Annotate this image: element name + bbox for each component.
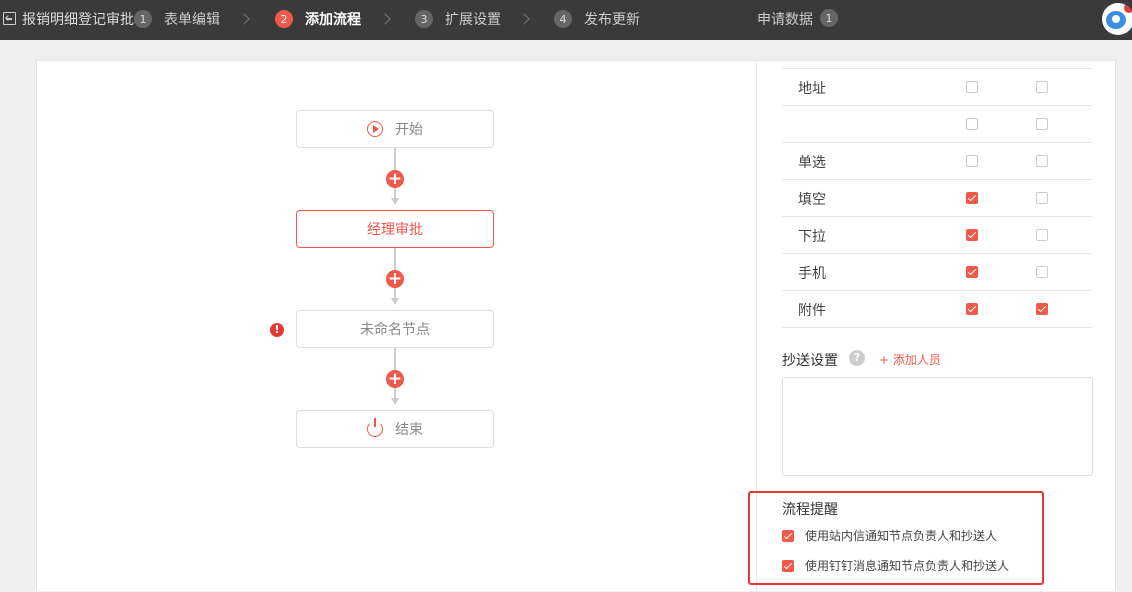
field-visible-checkbox[interactable]: [966, 303, 978, 315]
flow-node-manager-approval[interactable]: 经理审批: [296, 210, 494, 248]
arrow-down-icon: [391, 298, 399, 305]
field-name: 填空: [798, 192, 826, 208]
field-visible-checkbox[interactable]: [966, 118, 978, 130]
reminder-option-internal-message[interactable]: 使用站内信通知节点负责人和抄送人: [782, 527, 997, 544]
add-node-button[interactable]: +: [386, 270, 404, 288]
reminder-option-dingtalk[interactable]: 使用钉钉消息通知节点负责人和抄送人: [782, 557, 1009, 574]
node-label: 经理审批: [367, 222, 423, 238]
help-icon[interactable]: ?: [849, 350, 865, 366]
form-title: 报销明细登记审批: [22, 12, 134, 28]
step-label: 扩展设置: [445, 12, 501, 28]
flow-node-end[interactable]: 结束: [296, 410, 494, 448]
cc-settings-label: 抄送设置: [782, 353, 838, 369]
connector-line: [394, 248, 396, 270]
reminder-title: 流程提醒: [782, 502, 838, 518]
field-visible-checkbox[interactable]: [966, 81, 978, 93]
reminder-checkbox[interactable]: [782, 529, 794, 542]
field-editable-checkbox[interactable]: [1036, 118, 1048, 130]
field-visible-checkbox[interactable]: [966, 155, 978, 167]
step-add-flow[interactable]: 2 添加流程: [275, 8, 361, 30]
field-visible-checkbox[interactable]: [966, 192, 978, 204]
field-editable-checkbox[interactable]: [1036, 266, 1048, 278]
exit-icon[interactable]: [3, 12, 16, 25]
top-bar: 报销明细登记审批 1 表单编辑 2 添加流程 3 扩展设置 4 发布更新 申请数…: [0, 0, 1132, 40]
field-name: 单选: [798, 155, 826, 171]
chevron-right-icon: [238, 13, 250, 25]
cc-recipients-box[interactable]: [782, 377, 1093, 476]
field-row: 单选: [782, 143, 1092, 180]
add-person-button[interactable]: + 添加人员: [879, 351, 941, 368]
field-visible-checkbox[interactable]: [966, 229, 978, 241]
field-row: 地址: [782, 69, 1092, 106]
warning-icon: !: [270, 323, 284, 337]
field-visible-checkbox[interactable]: [966, 266, 978, 278]
connector-line: [394, 148, 396, 170]
node-label: 未命名节点: [360, 322, 430, 338]
arrow-down-icon: [391, 198, 399, 205]
field-row: 附件: [782, 291, 1092, 328]
step-label: 发布更新: [584, 12, 640, 28]
field-name: 附件: [798, 303, 826, 319]
main-panel: 开始 + 经理审批 + ! 未命名节点 + 结束 地址 单选 填空 下拉 手机 …: [36, 60, 1116, 592]
step-number: 1: [134, 10, 152, 28]
step-extended-settings[interactable]: 3 扩展设置: [415, 8, 501, 30]
application-data-link[interactable]: 申请数据: [757, 9, 813, 29]
field-row: [782, 106, 1092, 143]
step-label: 添加流程: [305, 12, 361, 28]
connector-line: [394, 188, 396, 198]
add-node-button[interactable]: +: [386, 370, 404, 388]
add-node-button[interactable]: +: [386, 170, 404, 188]
step-label: 表单编辑: [164, 12, 220, 28]
notification-dot: [1124, 3, 1132, 13]
field-editable-checkbox[interactable]: [1036, 155, 1048, 167]
reminder-option-label: 使用钉钉消息通知节点负责人和抄送人: [805, 559, 1010, 573]
chevron-right-icon: [518, 13, 530, 25]
application-data-count: 1: [820, 9, 838, 27]
flow-node-start[interactable]: 开始: [296, 110, 494, 148]
step-form-edit[interactable]: 1 表单编辑: [134, 8, 220, 30]
field-name: 地址: [798, 81, 826, 97]
chevron-right-icon: [379, 13, 391, 25]
field-name: 手机: [798, 266, 826, 282]
step-publish-update[interactable]: 4 发布更新: [554, 8, 640, 30]
field-editable-checkbox[interactable]: [1036, 303, 1048, 315]
power-icon: [367, 418, 383, 437]
reminder-checkbox[interactable]: [782, 559, 794, 572]
step-number: 3: [415, 10, 433, 28]
connector-line: [394, 348, 396, 370]
reminder-option-label: 使用站内信通知节点负责人和抄送人: [805, 529, 998, 543]
field-row: 手机: [782, 254, 1092, 291]
field-row: 下拉: [782, 217, 1092, 254]
field-editable-checkbox[interactable]: [1036, 81, 1048, 93]
field-editable-checkbox[interactable]: [1036, 192, 1048, 204]
step-number: 2: [275, 10, 293, 28]
field-row: 填空: [782, 180, 1092, 217]
play-icon: [367, 121, 383, 137]
arrow-down-icon: [391, 398, 399, 405]
connector-line: [394, 288, 396, 298]
step-number: 4: [554, 10, 572, 28]
flow-node-unnamed[interactable]: 未命名节点: [296, 310, 494, 348]
field-name: 下拉: [798, 229, 826, 245]
user-avatar[interactable]: [1102, 3, 1132, 35]
node-label: 结束: [395, 422, 423, 438]
field-editable-checkbox[interactable]: [1036, 229, 1048, 241]
connector-line: [394, 388, 396, 398]
node-label: 开始: [395, 122, 423, 138]
